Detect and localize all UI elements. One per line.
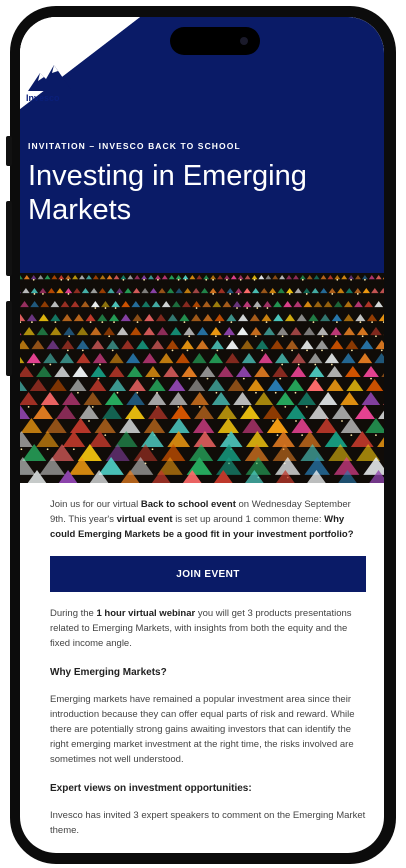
intro-bold-2: virtual event bbox=[116, 514, 173, 525]
phone-screen: Invesco INVITATION – INVESCO BACK TO SCH… bbox=[20, 17, 384, 853]
section-heading-why-em: Why Emerging Markets? bbox=[50, 667, 167, 678]
invesco-mountain-logo-icon[interactable] bbox=[26, 57, 76, 97]
intro-paragraph: Join us for our virtual Back to school e… bbox=[50, 497, 368, 542]
dynamic-island bbox=[170, 27, 260, 55]
volume-up-button bbox=[6, 201, 12, 276]
title-line-1: Investing in Emerging bbox=[28, 160, 307, 192]
intro-text-1: Join us for our virtual bbox=[50, 499, 141, 510]
section-text-expert-views: Invesco has invited 3 expert speakers to… bbox=[50, 810, 366, 836]
market-stalls-image bbox=[20, 273, 384, 483]
webinar-text-1: During the bbox=[50, 608, 97, 619]
webinar-bold: 1 hour virtual webinar bbox=[96, 608, 196, 619]
market-photo bbox=[20, 273, 384, 483]
intro-bold-1: Back to school event bbox=[140, 499, 236, 510]
volume-down-button bbox=[6, 301, 12, 376]
webinar-paragraph: During the 1 hour virtual webinar you wi… bbox=[50, 606, 368, 651]
email-body: Join us for our virtual Back to school e… bbox=[20, 483, 384, 838]
section-heading-expert-views: Expert views on investment opportunities… bbox=[50, 783, 252, 794]
section-text-why-em: Emerging markets have remained a popular… bbox=[50, 694, 355, 765]
page-title: Investing in Emerging Markets bbox=[28, 159, 374, 227]
camera-icon bbox=[240, 37, 248, 45]
title-line-2: Markets bbox=[28, 194, 132, 226]
mute-switch bbox=[6, 136, 12, 166]
intro-text-3: is set up around 1 common theme: bbox=[172, 514, 325, 525]
logo-text: Invesco bbox=[26, 93, 60, 103]
join-event-button[interactable]: JOIN EVENT bbox=[50, 556, 366, 592]
eyebrow-label: INVITATION – INVESCO BACK TO SCHOOL bbox=[28, 141, 241, 151]
hero-banner: INVITATION – INVESCO BACK TO SCHOOL Inve… bbox=[20, 113, 384, 273]
